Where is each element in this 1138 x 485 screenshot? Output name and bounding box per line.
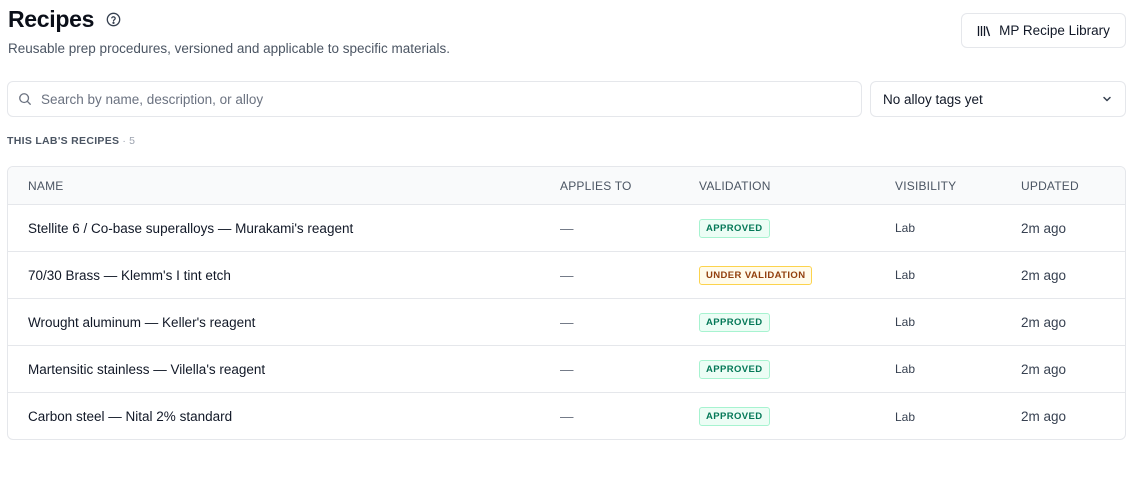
status-badge: APPROVED: [699, 312, 770, 332]
title-row: Recipes: [8, 6, 1126, 33]
page-subtitle: Reusable prep procedures, versioned and …: [8, 41, 450, 56]
chevron-down-icon: [1101, 93, 1113, 105]
recipe-visibility: Lab: [895, 315, 916, 329]
recipe-name: Martensitic stainless — Vilella's reagen…: [28, 361, 266, 377]
table-row[interactable]: 70/30 Brass — Klemm's I tint etch — UNDE…: [8, 252, 1125, 299]
help-circle-icon[interactable]: [106, 12, 121, 27]
table-row[interactable]: Wrought aluminum — Keller's reagent — AP…: [8, 299, 1125, 346]
column-header-applies-to[interactable]: APPLIES TO: [560, 179, 699, 193]
section-separator: ·: [122, 135, 127, 147]
table-header: NAME APPLIES TO VALIDATION VISIBILITY UP…: [8, 167, 1125, 205]
table-row[interactable]: Martensitic stainless — Vilella's reagen…: [8, 346, 1125, 393]
page-header: Recipes Reusable prep procedures, versio…: [8, 6, 1126, 66]
recipe-updated: 2m ago: [1021, 220, 1067, 236]
status-badge: APPROVED: [699, 359, 770, 379]
page-title: Recipes: [8, 6, 95, 32]
alloy-tag-select[interactable]: No alloy tags yet: [870, 81, 1126, 117]
section-title: THIS LAB'S RECIPES: [7, 135, 120, 147]
recipes-table: NAME APPLIES TO VALIDATION VISIBILITY UP…: [7, 166, 1126, 440]
recipe-applies-to: —: [560, 267, 574, 283]
alloy-select-value: No alloy tags yet: [883, 91, 983, 107]
mp-recipe-library-button[interactable]: MP Recipe Library: [961, 13, 1126, 48]
column-header-visibility[interactable]: VISIBILITY: [895, 179, 1021, 193]
recipe-name: Carbon steel — Nital 2% standard: [28, 409, 233, 424]
recipe-updated: 2m ago: [1021, 409, 1067, 424]
recipe-name: Stellite 6 / Co-base superalloys — Murak…: [28, 220, 354, 236]
library-icon: [977, 25, 991, 37]
status-badge: APPROVED: [699, 407, 770, 426]
recipe-applies-to: —: [560, 220, 574, 236]
recipe-updated: 2m ago: [1021, 361, 1067, 377]
table-row[interactable]: Stellite 6 / Co-base superalloys — Murak…: [8, 205, 1125, 252]
table-row[interactable]: Carbon steel — Nital 2% standard — APPRO…: [8, 393, 1125, 439]
recipe-name: Wrought aluminum — Keller's reagent: [28, 314, 256, 330]
recipe-applies-to: —: [560, 314, 574, 330]
column-header-updated[interactable]: UPDATED: [1021, 179, 1125, 193]
status-badge: UNDER VALIDATION: [699, 265, 813, 285]
recipe-visibility: Lab: [895, 362, 916, 376]
recipe-visibility: Lab: [895, 221, 916, 235]
recipe-updated: 2m ago: [1021, 314, 1067, 330]
section-label: THIS LAB'S RECIPES · 5: [7, 135, 135, 147]
library-button-label: MP Recipe Library: [999, 23, 1110, 38]
recipe-visibility: Lab: [895, 268, 916, 282]
search-icon: [18, 92, 32, 106]
status-badge: APPROVED: [699, 218, 770, 238]
recipe-applies-to: —: [560, 409, 574, 424]
recipe-applies-to: —: [560, 361, 574, 377]
section-count: 5: [129, 135, 136, 147]
column-header-validation[interactable]: VALIDATION: [699, 179, 895, 193]
search-input[interactable]: [41, 91, 861, 107]
recipe-updated: 2m ago: [1021, 267, 1067, 283]
search-box[interactable]: [7, 81, 862, 117]
recipe-name: 70/30 Brass — Klemm's I tint etch: [28, 267, 231, 283]
recipe-visibility: Lab: [895, 409, 916, 424]
column-header-name[interactable]: NAME: [8, 179, 560, 193]
